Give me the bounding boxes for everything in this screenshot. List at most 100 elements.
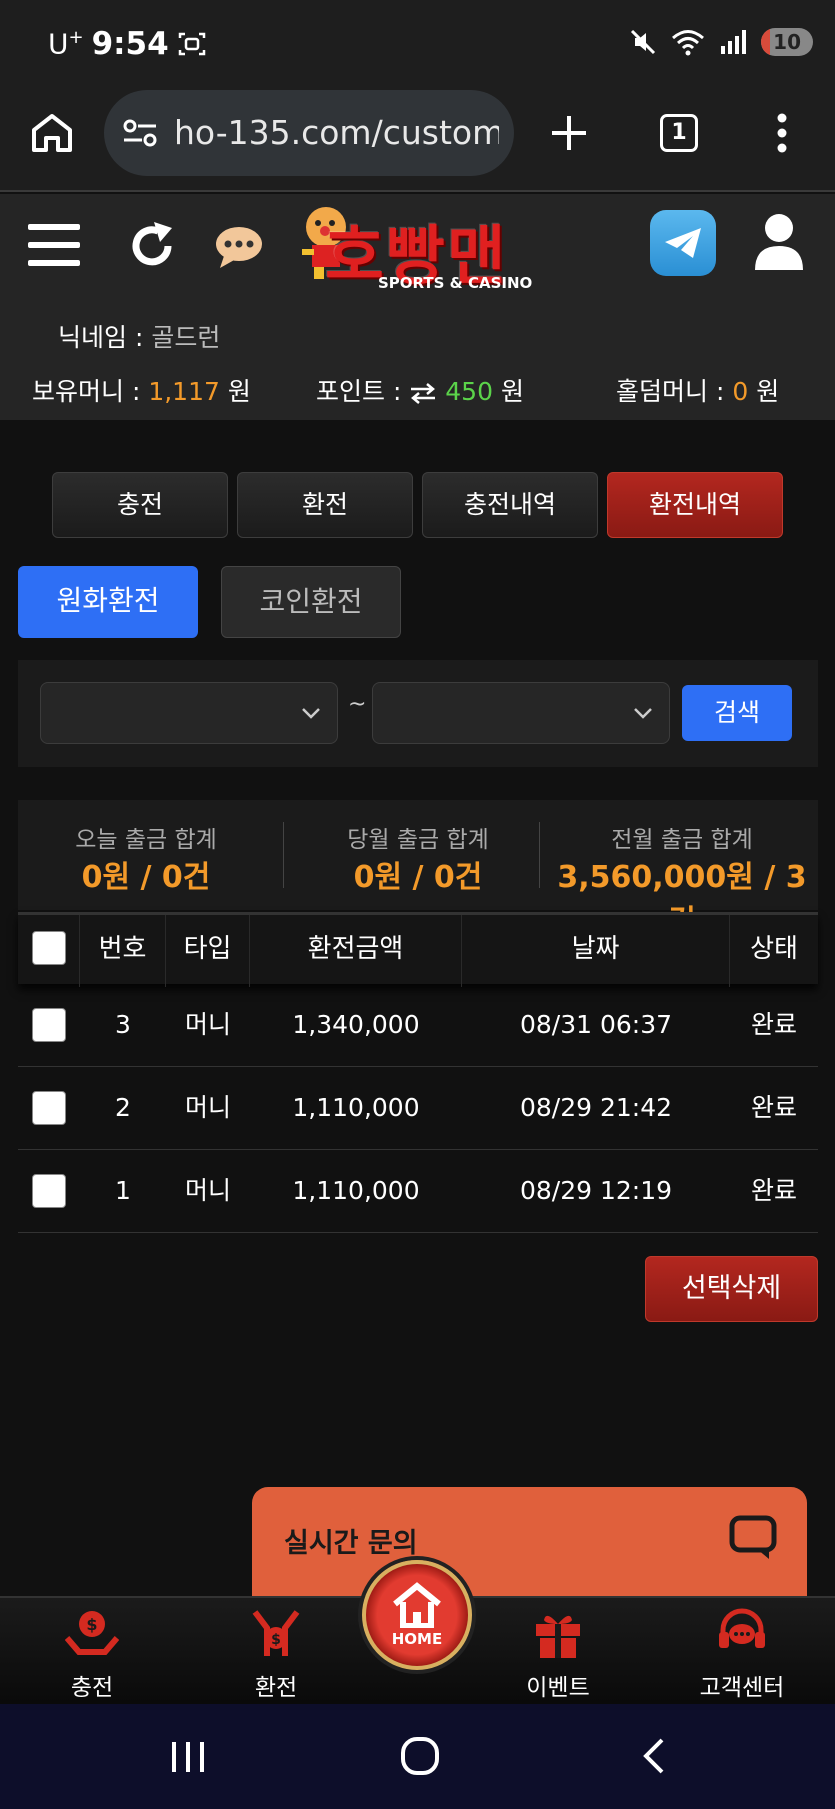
headset-icon: [719, 1608, 765, 1648]
svg-text:$: $: [86, 1615, 97, 1634]
table-row: 1 머니 1,110,000 08/29 12:19 완료: [18, 1150, 818, 1233]
row-checkbox[interactable]: [32, 1091, 66, 1125]
summary-value: 0원 / 0건: [81, 860, 211, 895]
end-date-select[interactable]: [372, 682, 670, 744]
money-value: 1,117: [148, 377, 220, 406]
select-all-checkbox[interactable]: [32, 931, 66, 965]
row-checkbox[interactable]: [32, 1008, 66, 1042]
nav-home-button[interactable]: HOME: [362, 1560, 472, 1670]
cell-type: 머니: [184, 1010, 231, 1039]
live-chat-widget[interactable]: 실시간 문의: [252, 1487, 807, 1597]
back-icon[interactable]: [640, 1736, 668, 1776]
nav-withdraw[interactable]: $ 환전: [206, 1606, 346, 1702]
table-header: 번호 타입 환전금액 날짜 상태: [18, 912, 818, 987]
summary-today: 오늘 출금 합계 0원 / 0건: [18, 800, 274, 910]
live-chat-label: 실시간 문의: [284, 1528, 418, 1559]
svg-text:$: $: [271, 1632, 281, 1648]
point-unit: 원: [500, 377, 524, 406]
exchange-arrows-icon[interactable]: [409, 382, 437, 404]
header-status: 상태: [750, 934, 798, 964]
carrier-label: U+: [48, 27, 84, 61]
recent-apps-icon[interactable]: [170, 1740, 206, 1774]
header-amount: 환전금액: [250, 915, 462, 987]
home-circle-icon[interactable]: [400, 1736, 440, 1776]
summary-last-month: 전월 출금 합계 3,560,000원 / 3건: [546, 800, 818, 939]
search-button[interactable]: 검색: [682, 685, 792, 741]
cell-amount: 1,110,000: [292, 1093, 420, 1122]
search-filter-panel: ~ 검색: [18, 660, 818, 767]
table-row: 2 머니 1,110,000 08/29 21:42 완료: [18, 1067, 818, 1150]
cell-type: 머니: [184, 1176, 231, 1205]
header-select-cell: [18, 915, 80, 987]
holdem-unit: 원: [756, 377, 780, 406]
nav-support[interactable]: 고객센터: [672, 1606, 812, 1702]
wifi-icon: [672, 30, 705, 56]
delete-selected-button[interactable]: 선택삭제: [645, 1256, 818, 1322]
mute-icon: [631, 29, 656, 55]
user-profile-icon[interactable]: [754, 212, 804, 272]
nickname-value: 골드런: [151, 323, 221, 352]
chevron-down-icon: [634, 708, 652, 719]
date-range-separator: ~: [348, 692, 367, 717]
tab-deposit[interactable]: 충전: [52, 472, 228, 538]
hamburger-menu-icon[interactable]: [28, 222, 80, 268]
cell-amount: 1,340,000: [292, 1010, 420, 1039]
site-logo-subtitle: SPORTS & CASINO: [378, 274, 533, 292]
holdem-value: 0: [732, 377, 749, 406]
signal-icon: [721, 30, 747, 54]
gift-icon: [536, 1615, 580, 1658]
home-icon[interactable]: [30, 112, 74, 154]
deposit-icon: $: [65, 1611, 119, 1655]
refresh-icon[interactable]: [128, 220, 176, 270]
nav-event[interactable]: 이벤트: [488, 1606, 628, 1702]
tab-deposit-history[interactable]: 충전내역: [422, 472, 598, 538]
clock: 9:54: [91, 26, 169, 62]
telegram-button[interactable]: [650, 210, 716, 276]
more-menu-icon[interactable]: [775, 112, 789, 154]
summary-this-month: 당월 출금 합계 0원 / 0건: [290, 800, 546, 910]
battery-indicator: 10: [761, 28, 813, 56]
android-navigation-bar: [0, 1704, 835, 1809]
money-row: 보유머니 : 1,117 원: [32, 372, 251, 408]
divider: [539, 822, 540, 888]
cell-number: 3: [115, 1010, 131, 1039]
header-number: 번호: [80, 915, 166, 987]
point-value: 450: [445, 377, 493, 406]
summary-label: 전월 출금 합계: [611, 827, 753, 853]
cell-date: 08/31 06:37: [519, 1010, 673, 1039]
cell-status: 완료: [750, 1010, 797, 1039]
point-row[interactable]: 포인트 : 450 원: [316, 372, 524, 408]
cell-status: 완료: [750, 1093, 797, 1122]
tab-switcher-button[interactable]: 1: [660, 114, 698, 152]
tab-withdraw-history[interactable]: 환전내역: [607, 472, 783, 538]
subtab-krw-withdraw[interactable]: 원화환전: [18, 566, 198, 638]
money-unit: 원: [227, 377, 251, 406]
new-tab-icon[interactable]: [550, 114, 588, 152]
chat-bubble-icon: [729, 1515, 777, 1559]
nav-event-label: 이벤트: [526, 1675, 590, 1701]
address-bar[interactable]: ho-135.com/customer: [104, 90, 514, 176]
subtab-coin-withdraw[interactable]: 코인환전: [221, 566, 401, 638]
chat-icon[interactable]: [214, 224, 264, 268]
money-label: 보유머니 :: [32, 377, 141, 406]
telegram-icon: [665, 228, 701, 258]
home-icon: [393, 1582, 441, 1628]
browser-toolbar: ho-135.com/customer 1: [0, 90, 835, 192]
divider: [283, 822, 284, 888]
status-bar: U+ 9:54 10: [0, 0, 835, 90]
nav-deposit[interactable]: $ 충전: [22, 1606, 162, 1702]
table-row: 3 머니 1,340,000 08/31 06:37 완료: [18, 984, 818, 1067]
summary-label: 당월 출금 합계: [347, 827, 489, 853]
point-label: 포인트 :: [316, 377, 402, 406]
start-date-select[interactable]: [40, 682, 338, 744]
holdem-row: 홀덤머니 : 0 원: [616, 372, 779, 408]
cell-status: 완료: [750, 1176, 797, 1205]
tab-withdraw[interactable]: 환전: [237, 472, 413, 538]
url-text[interactable]: ho-135.com/customer: [174, 113, 499, 152]
summary-value: 0원 / 0건: [353, 860, 483, 895]
row-checkbox[interactable]: [32, 1174, 66, 1208]
cell-number: 1: [115, 1176, 131, 1205]
site-settings-icon[interactable]: [122, 118, 158, 148]
header-date: 날짜: [462, 915, 730, 987]
cell-date: 08/29 12:19: [519, 1176, 673, 1205]
